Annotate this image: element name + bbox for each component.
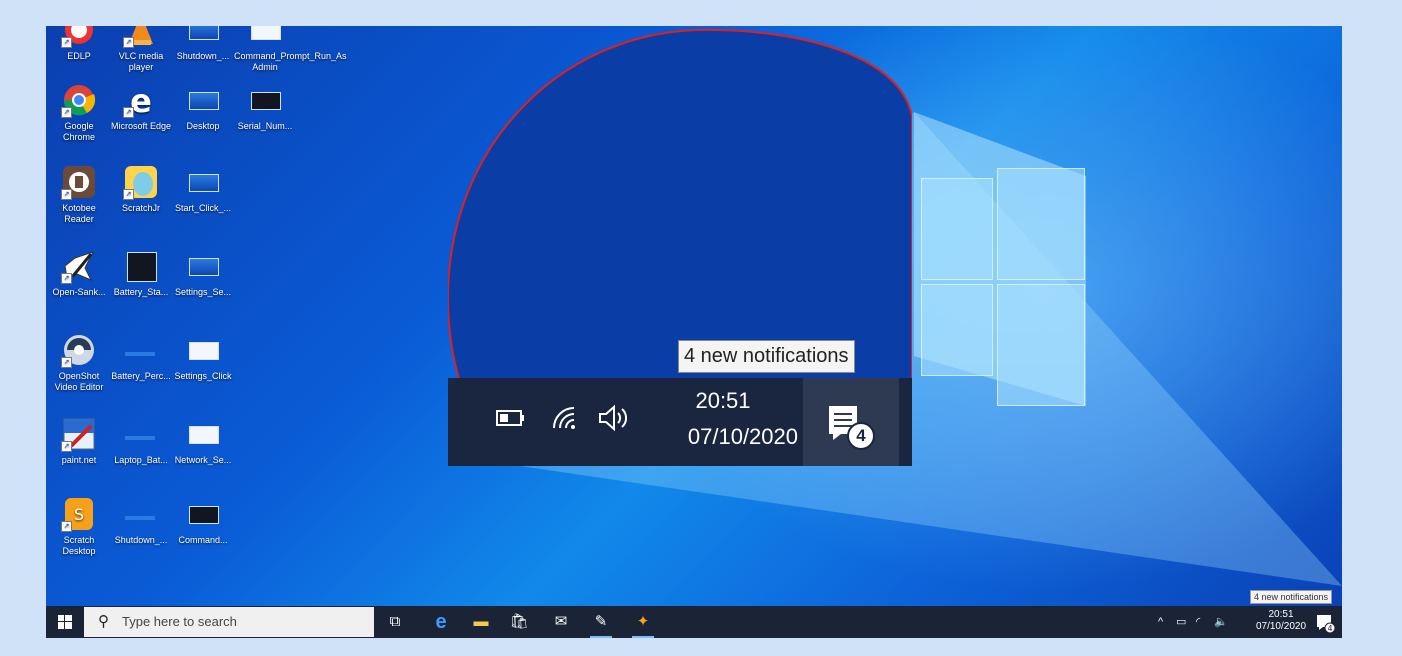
windows-logo-wallpaper bbox=[911, 166, 1091, 406]
shortcut-arrow-icon: ↗ bbox=[123, 107, 134, 118]
magnified-action-center-button[interactable]: 4 bbox=[803, 378, 899, 466]
magnified-notification-tooltip: 4 new notifications bbox=[678, 340, 855, 373]
taskbar-search-box[interactable]: ⚲ Type here to search bbox=[84, 607, 374, 637]
desktop-icon-scratch-desktop[interactable]: S ↗ Scratch Desktop bbox=[48, 496, 110, 557]
task-view-icon[interactable]: ⧉ bbox=[380, 606, 410, 638]
desktop-icon-desktop[interactable]: Desktop bbox=[172, 82, 234, 132]
shortcut-arrow-icon: ↗ bbox=[61, 107, 72, 118]
desktop-icon-scratchjr[interactable]: ↗ ScratchJr bbox=[110, 164, 172, 214]
desktop-icon-shutdown[interactable]: Shutdown_... bbox=[172, 26, 234, 62]
taskbar-clock[interactable]: 20:51 07/10/2020 bbox=[1254, 609, 1308, 633]
desktop-icon-kotobee-reader[interactable]: ↗ Kotobee Reader bbox=[48, 164, 110, 225]
paint-icon[interactable]: ✎ bbox=[586, 606, 616, 638]
search-placeholder: Type here to search bbox=[122, 614, 237, 629]
windows-start-icon bbox=[58, 615, 72, 629]
desktop-screen: ↗ EDLP ↗ Google Chrome ↗ Kotobee Reader … bbox=[46, 26, 1342, 638]
magnified-notification-badge: 4 bbox=[847, 422, 875, 450]
desktop-icon-open-sankore[interactable]: ↗ Open-Sank... bbox=[48, 248, 110, 298]
magnified-date: 07/10/2020 bbox=[687, 424, 798, 449]
shortcut-arrow-icon: ↗ bbox=[123, 189, 134, 200]
notifications-icon: 4 bbox=[1317, 615, 1336, 634]
magnifier-callout: 4 new notifications 20:51 07/10/2020 4 bbox=[448, 28, 912, 466]
action-center-icon bbox=[829, 406, 857, 440]
desktop-icon-shutdown-2[interactable]: Shutdown_... bbox=[110, 496, 172, 546]
tray-battery-icon[interactable]: ▭ bbox=[1176, 606, 1186, 638]
desktop-icon-settings-se[interactable]: Settings_Se... bbox=[172, 248, 234, 298]
store-icon[interactable]: 🛍 bbox=[504, 606, 534, 638]
shortcut-arrow-icon: ↗ bbox=[123, 37, 134, 48]
magnified-time: 20:51 bbox=[695, 388, 751, 413]
tray-wifi-icon[interactable]: ◜ bbox=[1196, 606, 1200, 638]
shortcut-arrow-icon: ↗ bbox=[61, 273, 72, 284]
taskbar-date: 07/10/2020 bbox=[1255, 621, 1307, 632]
desktop-icon-vlc[interactable]: ↗ VLC media player bbox=[110, 26, 172, 73]
search-icon: ⚲ bbox=[98, 613, 109, 630]
desktop-icon-battery-status[interactable]: Battery_Sta... bbox=[110, 248, 172, 298]
taskbar-time: 20:51 bbox=[1268, 609, 1294, 620]
start-button[interactable] bbox=[46, 606, 84, 638]
battery-icon[interactable] bbox=[496, 408, 526, 434]
desktop-icon-network-se[interactable]: Network_Se... bbox=[172, 416, 234, 466]
tray-chevron-icon[interactable]: ^ bbox=[1158, 606, 1163, 638]
shortcut-arrow-icon: ↗ bbox=[61, 441, 72, 452]
taskbar: ⚲ Type here to search ⧉ e ▬ 🛍 ✉ ✎ ✦ ^ ▭ … bbox=[46, 606, 1342, 638]
tray-volume-icon[interactable]: 🔈 bbox=[1214, 606, 1228, 638]
desktop-icon-google-chrome[interactable]: ↗ Google Chrome bbox=[48, 82, 110, 143]
desktop-icon-settings-click[interactable]: Settings_Click bbox=[172, 332, 234, 382]
shortcut-arrow-icon: ↗ bbox=[61, 37, 72, 48]
desktop-icon-edlp[interactable]: ↗ EDLP bbox=[48, 26, 110, 62]
notification-tooltip: 4 new notifications bbox=[1250, 590, 1333, 604]
desktop-icon-openshot[interactable]: ↗ OpenShot Video Editor bbox=[48, 332, 110, 393]
magnified-taskbar: 20:51 07/10/2020 4 bbox=[448, 378, 912, 466]
scratch-icon[interactable]: ✦ bbox=[628, 606, 658, 638]
desktop-icon-battery-percentage[interactable]: Battery_Perc... bbox=[110, 332, 172, 382]
edge-icon[interactable]: e bbox=[426, 606, 456, 638]
action-center-button[interactable]: 4 bbox=[1308, 606, 1342, 638]
shortcut-arrow-icon: ↗ bbox=[61, 357, 72, 368]
shortcut-arrow-icon: ↗ bbox=[61, 189, 72, 200]
svg-text:S: S bbox=[74, 505, 84, 524]
file-explorer-icon[interactable]: ▬ bbox=[466, 606, 496, 638]
svg-text:4: 4 bbox=[1327, 624, 1332, 633]
desktop-icon-start-click[interactable]: Start_Click_... bbox=[172, 164, 234, 214]
shortcut-arrow-icon: ↗ bbox=[61, 521, 72, 532]
desktop-icon-paint-net[interactable]: ↗ paint.net bbox=[48, 416, 110, 466]
desktop-icon-microsoft-edge[interactable]: e ↗ Microsoft Edge bbox=[110, 82, 172, 132]
desktop-icon-laptop-battery[interactable]: Laptop_Bat... bbox=[110, 416, 172, 466]
desktop-icon-command[interactable]: Command... bbox=[172, 496, 234, 546]
volume-icon[interactable] bbox=[596, 404, 632, 438]
wifi-icon[interactable] bbox=[550, 404, 578, 438]
magnified-clock[interactable]: 20:51 07/10/2020 bbox=[648, 388, 798, 450]
mail-icon[interactable]: ✉ bbox=[546, 606, 576, 638]
desktop-icon-command-prompt-admin[interactable]: Command_Prompt_Run_As Admin bbox=[234, 26, 347, 73]
desktop-icon-serial-num[interactable]: Serial_Num... bbox=[234, 82, 296, 132]
